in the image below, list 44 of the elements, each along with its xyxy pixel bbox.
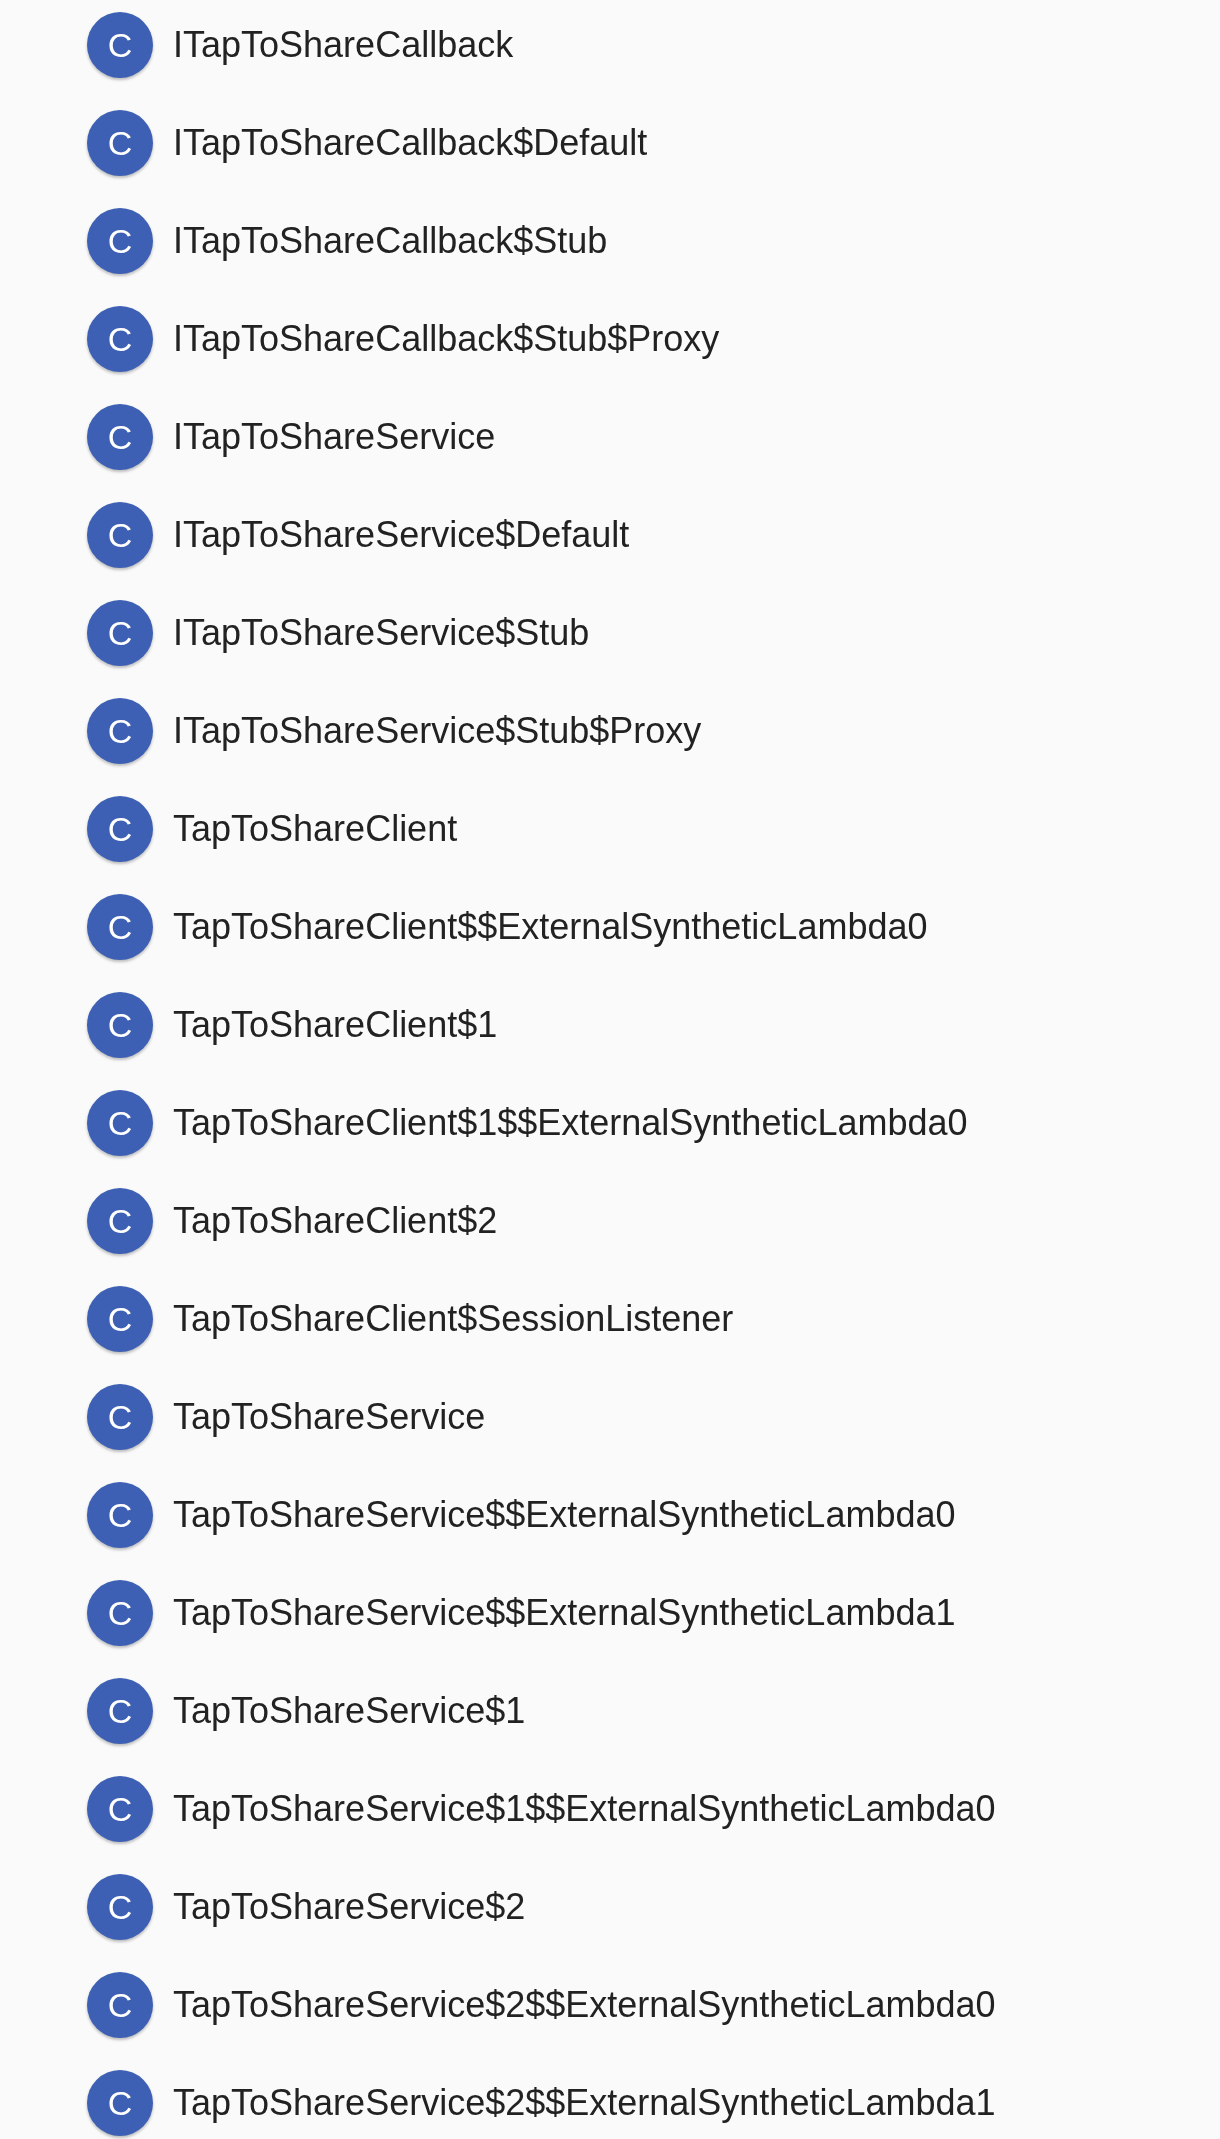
class-name[interactable]: ITapToShareService$Stub xyxy=(173,612,590,654)
class-icon: C xyxy=(87,1090,153,1156)
class-icon: C xyxy=(87,1776,153,1842)
class-name[interactable]: ITapToShareService$Stub$Proxy xyxy=(173,710,702,752)
class-name[interactable]: TapToShareService$2 xyxy=(173,1886,526,1928)
class-name[interactable]: TapToShareClient$2 xyxy=(173,1200,498,1242)
class-name[interactable]: ITapToShareCallback xyxy=(173,24,514,66)
class-icon: C xyxy=(87,1384,153,1450)
class-icon: C xyxy=(87,2070,153,2136)
class-name[interactable]: TapToShareService xyxy=(173,1396,486,1438)
class-icon: C xyxy=(87,796,153,862)
class-icon: C xyxy=(87,1482,153,1548)
class-name[interactable]: TapToShareClient$SessionListener xyxy=(173,1298,734,1340)
class-name[interactable]: TapToShareClient$1 xyxy=(173,1004,498,1046)
class-icon: C xyxy=(87,1678,153,1744)
class-icon: C xyxy=(87,306,153,372)
class-icon: C xyxy=(87,1972,153,2038)
class-icon: C xyxy=(87,698,153,764)
class-name[interactable]: TapToShareService$1$$ExternalSyntheticLambda0 xyxy=(173,1788,996,1830)
class-icon: C xyxy=(87,894,153,960)
class-icon: C xyxy=(87,404,153,470)
class-icon: C xyxy=(87,600,153,666)
class-name[interactable]: ITapToShareCallback$Default xyxy=(173,122,648,164)
class-name[interactable]: TapToShareService$1 xyxy=(173,1690,526,1732)
class-name[interactable]: ITapToShareCallback$Stub xyxy=(173,220,608,262)
class-icon: C xyxy=(87,12,153,78)
class-icon: C xyxy=(87,1580,153,1646)
class-name[interactable]: ITapToShareCallback$Stub$Proxy xyxy=(173,318,720,360)
class-name[interactable]: TapToShareService$2$$ExternalSyntheticLambda0 xyxy=(173,1984,996,2026)
class-name[interactable]: TapToShareClient$$ExternalSyntheticLambda0 xyxy=(173,906,928,948)
class-name[interactable]: TapToShareService$$ExternalSyntheticLambda0 xyxy=(173,1494,956,1536)
class-name[interactable]: TapToShareClient$1$$ExternalSyntheticLambda0 xyxy=(173,1102,968,1144)
class-icon: C xyxy=(87,1188,153,1254)
class-icon: C xyxy=(87,110,153,176)
class-name[interactable]: ITapToShareService xyxy=(173,416,496,458)
class-icon: C xyxy=(87,1874,153,1940)
class-icon: C xyxy=(87,208,153,274)
class-icon: C xyxy=(87,992,153,1058)
class-name[interactable]: TapToShareService$2$$ExternalSyntheticLambda1 xyxy=(173,2082,996,2124)
class-name[interactable]: ITapToShareService$Default xyxy=(173,514,630,556)
class-name[interactable]: TapToShareService$$ExternalSyntheticLambda1 xyxy=(173,1592,956,1634)
class-icon: C xyxy=(87,502,153,568)
class-icon: C xyxy=(87,1286,153,1352)
class-name[interactable]: TapToShareClient xyxy=(173,808,458,850)
